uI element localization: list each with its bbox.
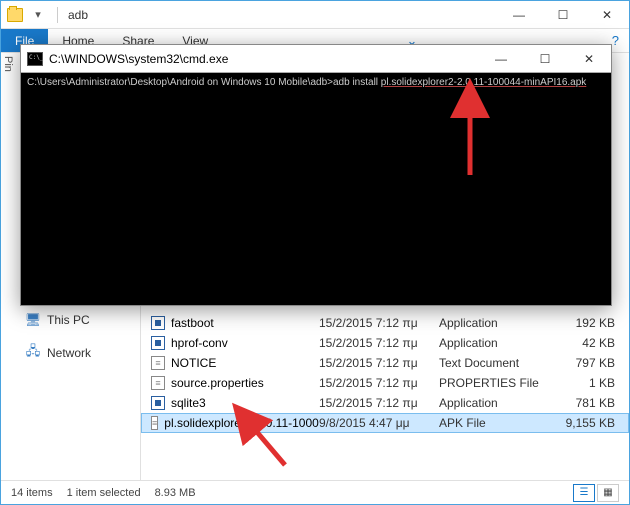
cmd-minimize-button[interactable]: ― <box>479 45 523 73</box>
file-type: Application <box>439 396 549 410</box>
cmd-title: C:\WINDOWS\system32\cmd.exe <box>49 52 479 66</box>
file-name-label: pl.solidexplorer2-2.0.11-100044-minAPI16… <box>164 416 319 430</box>
status-selection: 1 item selected <box>67 487 141 499</box>
folder-icon <box>7 8 23 22</box>
monitor-icon: 🖥 <box>25 312 41 328</box>
window-title: adb <box>68 8 88 22</box>
file-type: Application <box>439 316 549 330</box>
file-date: 15/2/2015 7:12 πμ <box>319 336 439 350</box>
file-date: 9/8/2015 4:47 μμ <box>319 416 439 430</box>
nav-this-pc[interactable]: 🖥 This PC <box>1 309 140 331</box>
file-row[interactable]: source.properties 15/2/2015 7:12 πμPROPER… <box>141 373 629 393</box>
qat-dropdown[interactable]: ▾ <box>29 8 47 21</box>
file-name-label: source.properties <box>171 376 264 390</box>
cmd-close-button[interactable]: ✕ <box>567 45 611 73</box>
file-icon <box>151 356 165 370</box>
network-icon: 🖧 <box>25 342 41 364</box>
file-row[interactable]: fastboot 15/2/2015 7:12 πμApplication192 … <box>141 313 629 333</box>
view-large-icon[interactable]: ▦ <box>597 484 619 502</box>
file-icon <box>151 316 165 330</box>
file-date: 15/2/2015 7:12 πμ <box>319 376 439 390</box>
view-details-icon[interactable]: ☰ <box>573 484 595 502</box>
file-size: 781 KB <box>549 396 619 410</box>
cmd-output[interactable]: C:\Users\Administrator\Desktop\Android o… <box>21 73 611 305</box>
file-name-label: sqlite3 <box>171 396 206 410</box>
status-size: 8.93 MB <box>155 487 196 499</box>
status-count: 14 items <box>11 487 53 499</box>
minimize-button[interactable]: ― <box>497 1 541 29</box>
status-bar: 14 items 1 item selected 8.93 MB ☰ ▦ <box>1 480 629 504</box>
file-type: Application <box>439 336 549 350</box>
maximize-button[interactable]: ☐ <box>541 1 585 29</box>
close-button[interactable]: ✕ <box>585 1 629 29</box>
file-date: 15/2/2015 7:12 πμ <box>319 356 439 370</box>
file-row[interactable]: pl.solidexplorer2-2.0.11-100044-minAPI16… <box>141 413 629 433</box>
file-size: 42 KB <box>549 336 619 350</box>
pin-label: Pin <box>0 56 16 306</box>
file-size: 192 KB <box>549 316 619 330</box>
file-row[interactable]: NOTICE 15/2/2015 7:12 πμText Document797 … <box>141 353 629 373</box>
file-date: 15/2/2015 7:12 πμ <box>319 316 439 330</box>
file-type: Text Document <box>439 356 549 370</box>
file-type: PROPERTIES File <box>439 376 549 390</box>
file-size: 797 KB <box>549 356 619 370</box>
nav-label: Network <box>47 346 91 360</box>
file-type: APK File <box>439 416 549 430</box>
file-name-label: hprof-conv <box>171 336 228 350</box>
cmd-window: C:\WINDOWS\system32\cmd.exe ― ☐ ✕ C:\Use… <box>20 44 612 306</box>
explorer-titlebar: ▾ adb ― ☐ ✕ <box>1 1 629 29</box>
file-name-label: fastboot <box>171 316 214 330</box>
cmd-icon <box>27 52 43 66</box>
nav-label: This PC <box>47 313 90 327</box>
file-name-label: NOTICE <box>171 356 216 370</box>
file-size: 1 KB <box>549 376 619 390</box>
file-date: 15/2/2015 7:12 πμ <box>319 396 439 410</box>
file-icon <box>151 376 165 390</box>
cmd-maximize-button[interactable]: ☐ <box>523 45 567 73</box>
file-row[interactable]: hprof-conv 15/2/2015 7:12 πμApplication42… <box>141 333 629 353</box>
nav-network[interactable]: 🖧 Network <box>1 339 140 367</box>
cmd-titlebar: C:\WINDOWS\system32\cmd.exe ― ☐ ✕ <box>21 45 611 73</box>
file-icon <box>151 416 158 430</box>
file-size: 9,155 KB <box>549 416 619 430</box>
file-row[interactable]: sqlite3 15/2/2015 7:12 πμApplication781 K… <box>141 393 629 413</box>
file-icon <box>151 336 165 350</box>
file-icon <box>151 396 165 410</box>
